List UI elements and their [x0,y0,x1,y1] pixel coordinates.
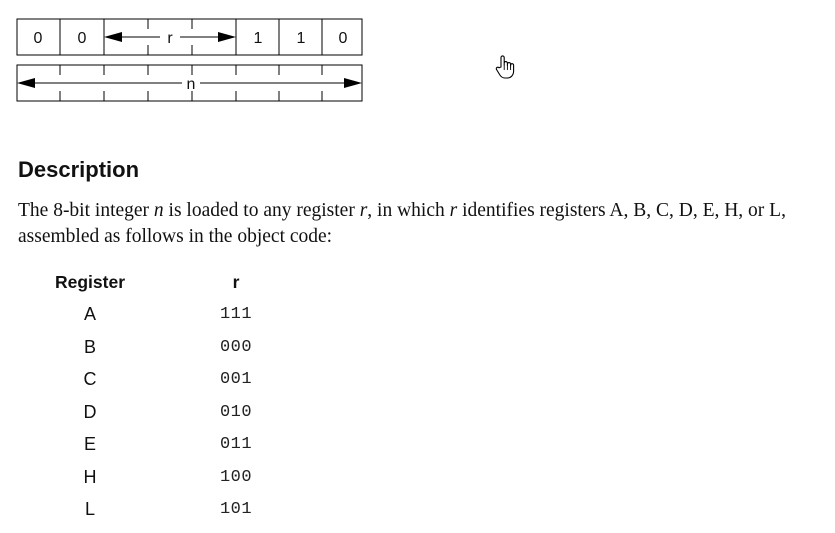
register-code: 101 [219,500,253,520]
description-text-part: , in which [367,200,450,221]
r-field-label: r [167,30,173,47]
opcode-bit-6: 0 [78,30,87,47]
description-text-part: The 8-bit integer [18,200,154,221]
opcode-bit-7: 0 [34,30,43,47]
table-row: A 111 [30,299,322,332]
column-header-r: r [232,271,240,292]
register-name: E [83,434,96,455]
register-code: 000 [219,337,253,357]
register-name: L [84,499,95,520]
description-variable-n: n [153,200,164,221]
register-code: 011 [219,435,253,455]
register-name: A [83,304,96,325]
opcode-bit-0: 0 [339,30,348,47]
register-name: C [83,369,97,390]
description-heading: Description [18,157,140,182]
register-code: 010 [219,402,253,422]
n-field-label: n [187,76,196,93]
table-row: B 000 [30,331,322,364]
column-header-register: Register [54,271,126,292]
register-name: B [83,336,96,357]
register-code: 001 [219,370,253,390]
hand-pointer-icon [494,54,516,80]
opcode-bit-2: 1 [254,30,263,47]
opcode-bit-1: 1 [297,30,306,47]
description-text-part: is loaded to any register [163,200,360,221]
register-code: 100 [219,467,253,487]
register-encoding-table: Register r A 111 B 000 C 001 D 010 E 011… [30,266,322,526]
operand-byte-row: n [16,64,363,102]
register-name: H [83,466,97,487]
table-row: D 010 [30,396,322,429]
table-row: H 100 [30,461,322,494]
opcode-diagram: 0 0 r 1 1 0 n [16,18,366,104]
table-header-row: Register r [30,266,322,299]
register-name: D [83,401,97,422]
opcode-diagram-svg: 0 0 r 1 1 0 n [16,18,363,102]
register-code: 111 [219,305,253,325]
table-row: C 001 [30,364,322,397]
table-row: L 101 [30,494,322,527]
opcode-byte-row: 0 0 r 1 1 0 [16,18,363,56]
table-row: E 011 [30,429,322,462]
description-text: The 8-bit integer n is loaded to any reg… [18,198,828,250]
